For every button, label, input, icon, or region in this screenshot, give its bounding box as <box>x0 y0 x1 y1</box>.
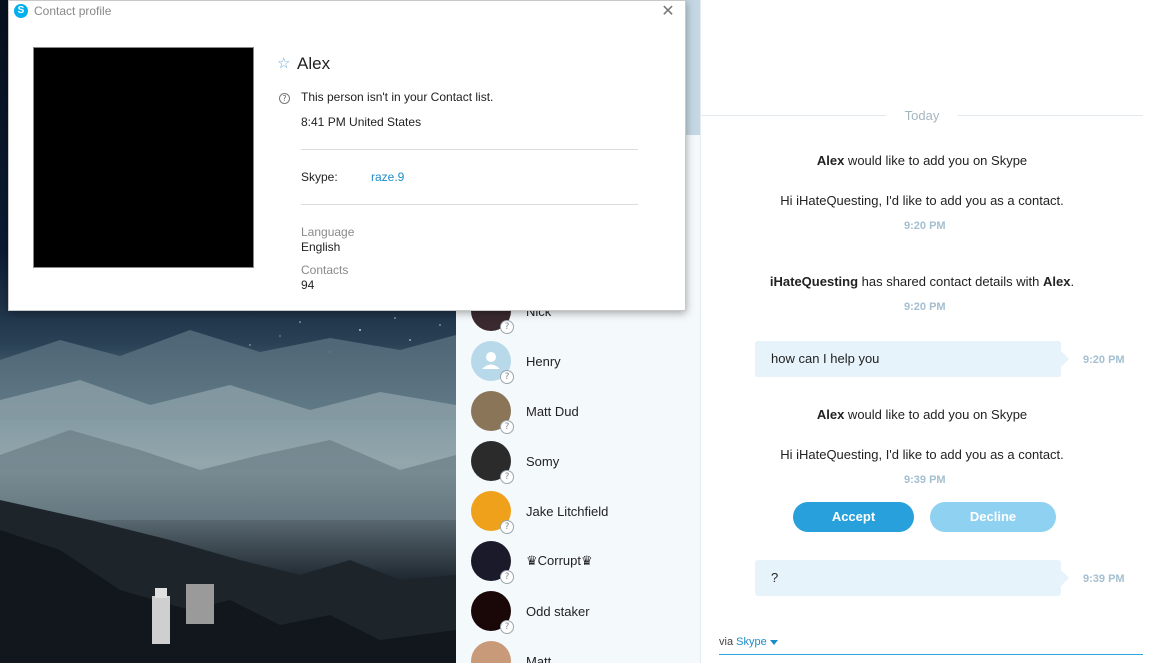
add-request-message: Hi iHateQuesting, I'd like to add you as… <box>780 447 1064 462</box>
contact-name: Jake Litchfield <box>526 503 609 519</box>
status-unknown-icon: ? <box>500 320 514 334</box>
decline-button[interactable]: Decline <box>930 502 1056 532</box>
status-unknown-icon: ? <box>500 620 514 634</box>
contact-list-scrollbar[interactable] <box>685 0 700 135</box>
status-unknown-icon: ? <box>500 520 514 534</box>
contact-item-corrupt[interactable]: ? ♛Corrupt♛ <box>456 536 701 586</box>
message-timestamp: 9:39 PM <box>1083 573 1125 585</box>
profile-picture <box>33 47 254 268</box>
message-timestamp: 9:20 PM <box>904 301 946 313</box>
shared-contact-notice: iHateQuesting has shared contact details… <box>701 274 1143 289</box>
accept-button[interactable]: Accept <box>793 502 914 532</box>
contact-name: Odd staker <box>526 603 590 619</box>
chat-panel: Today Alex would like to add you on Skyp… <box>701 0 1156 663</box>
language-label: Language <box>301 225 355 239</box>
via-label: via <box>719 636 734 648</box>
message-input-underline[interactable] <box>719 654 1143 655</box>
avatar: ? <box>471 391 514 434</box>
date-separator: Today <box>701 108 1143 124</box>
recipient-name: Alex <box>1043 274 1071 289</box>
profile-name: Alex <box>297 54 331 73</box>
contact-item-henry[interactable]: ? Henry <box>456 336 701 386</box>
dialog-title: Contact profile <box>34 4 112 18</box>
status-unknown-icon: ? <box>279 93 290 104</box>
divider <box>958 115 1143 116</box>
notice-text: would like to add you on Skype <box>844 407 1028 422</box>
avatar: ? <box>471 591 514 634</box>
sent-message-bubble[interactable]: ? <box>755 560 1069 596</box>
status-unknown-icon: ? <box>500 470 514 484</box>
message-timestamp: 9:20 PM <box>1083 354 1125 366</box>
contact-item-somy[interactable]: ? Somy <box>456 436 701 486</box>
add-request-notice: Alex would like to add you on Skype <box>701 153 1143 168</box>
dialog-titlebar[interactable]: S Contact profile ✕ <box>9 1 685 23</box>
language-value: English <box>301 240 341 254</box>
notice-punctuation: . <box>1070 274 1075 289</box>
date-separator-label: Today <box>904 108 940 123</box>
avatar: ? <box>471 341 514 384</box>
contact-name: Somy <box>526 453 560 469</box>
message-timestamp: 9:39 PM <box>904 474 946 486</box>
status-unknown-icon: ? <box>500 370 514 384</box>
contact-item-jake-litchfield[interactable]: ? Jake Litchfield <box>456 486 701 536</box>
send-via-selector: via Skype <box>719 636 778 648</box>
status-unknown-icon: ? <box>500 420 514 434</box>
avatar <box>471 641 511 663</box>
avatar: ? <box>471 491 514 534</box>
contact-item-odd-staker[interactable]: ? Odd staker <box>456 586 701 636</box>
sent-message-bubble[interactable]: how can I help you <box>755 341 1069 377</box>
contact-profile-dialog: S Contact profile ✕ ☆ Alex ? This person… <box>8 0 686 311</box>
message-text: ? <box>771 570 779 585</box>
via-skype-dropdown[interactable]: Skype <box>736 636 767 648</box>
message-text: how can I help you <box>771 351 880 366</box>
contact-name: ♛Corrupt♛ <box>526 553 593 568</box>
add-request-notice: Alex would like to add you on Skype <box>701 407 1143 422</box>
message-timestamp: 9:20 PM <box>904 220 946 232</box>
contact-item-matt-dud[interactable]: ? Matt Dud <box>456 386 701 436</box>
sender-name: iHateQuesting <box>769 274 859 289</box>
notice-text: has shared contact details with <box>858 274 1044 289</box>
notice-text: would like to add you on Skype <box>844 153 1028 168</box>
favorite-star-icon[interactable]: ☆ <box>277 54 290 72</box>
not-in-contacts-note: This person isn't in your Contact list. <box>301 90 494 104</box>
close-icon[interactable]: ✕ <box>659 2 677 20</box>
skype-id-label: Skype: <box>301 170 338 184</box>
sender-name: Alex <box>816 407 845 422</box>
divider <box>301 204 638 205</box>
contacts-label: Contacts <box>301 263 349 277</box>
contact-name: Matt Dud <box>526 403 579 419</box>
avatar: ? <box>471 441 514 484</box>
contact-name: Henry <box>526 353 561 369</box>
sender-name: Alex <box>816 153 845 168</box>
chevron-down-icon[interactable] <box>769 639 778 645</box>
local-time: 8:41 PM United States <box>301 115 422 129</box>
skype-logo-icon: S <box>14 4 28 18</box>
skype-id-link[interactable]: raze.9 <box>371 170 404 184</box>
contacts-count: 94 <box>301 278 315 292</box>
divider <box>701 115 886 116</box>
contact-item-matt[interactable]: Matt <box>456 636 701 663</box>
avatar: ? <box>471 541 514 584</box>
status-unknown-icon: ? <box>500 570 514 584</box>
contact-name: Matt <box>526 653 552 663</box>
divider <box>301 149 638 150</box>
add-request-message: Hi iHateQuesting, I'd like to add you as… <box>780 193 1064 208</box>
